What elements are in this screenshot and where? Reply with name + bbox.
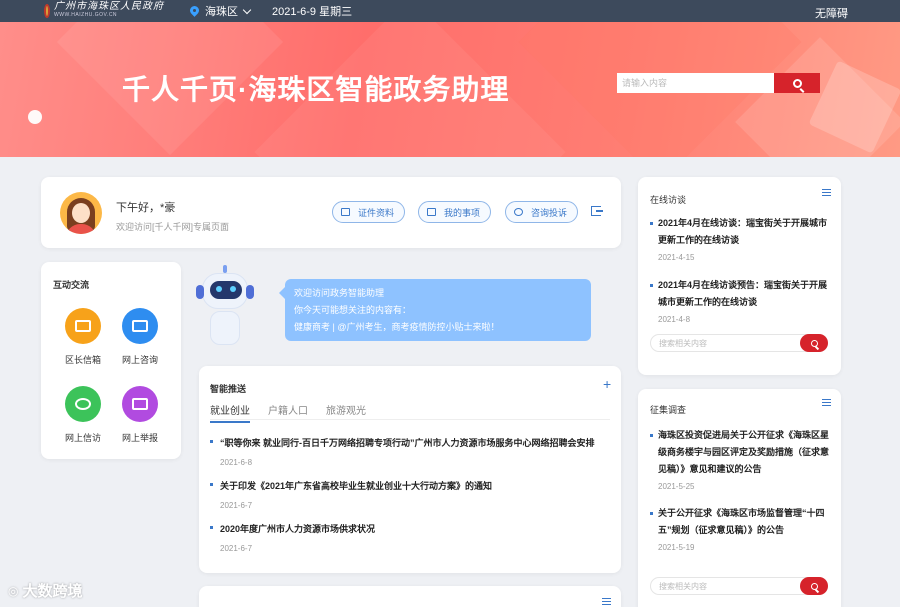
accessibility-link[interactable]: 无障碍 xyxy=(815,5,848,21)
assistant-robot-icon xyxy=(196,265,256,355)
banner-search: 请输入内容 xyxy=(617,73,820,93)
item-date: 2021-6-8 xyxy=(220,458,253,467)
banner-search-input[interactable]: 请输入内容 xyxy=(617,73,774,93)
chevron-down-icon xyxy=(242,5,252,14)
collection-title: 征集调查 xyxy=(650,405,687,415)
avatar[interactable] xyxy=(60,192,102,234)
banner-dot xyxy=(28,110,42,124)
hero-banner: 千人千页·海珠区智能政务助理 请输入内容 xyxy=(0,22,900,157)
item-title: 2021年4月在线访谈预告：瑞宝街关于开展城市更新工作的在线访谈 xyxy=(650,277,830,311)
item-title: 2020年度广州市人力资源市场供求状况 xyxy=(210,522,610,535)
report-icon xyxy=(122,386,158,422)
greeting-subtitle: 欢迎访问[千人千网]专属页面 xyxy=(116,222,230,232)
online-consult-label: 网上咨询 xyxy=(121,355,158,365)
greeting-title: 下午好，*豪 xyxy=(116,202,176,214)
tab-divider xyxy=(210,419,610,420)
item-date: 2021-5-25 xyxy=(658,482,695,491)
top-bar: 广州市海珠区人民政府 WWW.HAIZHU.GOV.CN 海珠区 2021-6-… xyxy=(0,0,900,22)
mayor-mailbox-button[interactable]: 区长信箱 xyxy=(53,308,113,366)
list-item[interactable]: 关于公开征求《海珠区市场监督管理“十四五”规划（征求意见稿）》的公告 2021-… xyxy=(650,505,830,552)
search-icon xyxy=(792,78,802,88)
item-date: 2021-5-19 xyxy=(658,543,695,552)
menu-icon[interactable] xyxy=(602,598,611,605)
location-pin-icon xyxy=(190,6,199,17)
online-interview-card: 在线访谈 2021年4月在线访谈：瑞宝街关于开展城市更新工作的在线访谈 2021… xyxy=(638,177,841,375)
logout-icon[interactable] xyxy=(591,206,603,216)
district-label: 海珠区 xyxy=(205,6,238,18)
interview-search: 搜索相关内容 xyxy=(650,334,828,352)
list-item[interactable]: 2021年4月在线访谈：瑞宝街关于开展城市更新工作的在线访谈 2021-4-15 xyxy=(650,215,830,262)
banner-title: 千人千页·海珠区智能政务助理 xyxy=(122,74,510,105)
consult-complaint-button[interactable]: 咨询投诉 xyxy=(505,201,578,223)
greeting-card: 下午好，*豪 欢迎访问[千人千网]专属页面 证件资料 我的事项 咨询投诉 xyxy=(41,177,621,248)
smart-push-card: 智能推送 + 就业创业 户籍人口 旅游观光 “职等你来 就业同行-百日千万网络招… xyxy=(199,366,621,573)
assistant-prompt: 你今天可能想关注的内容有： xyxy=(294,305,412,315)
list-item[interactable]: “职等你来 就业同行-百日千万网络招聘专项行动”广州市人力资源市场服务中心网络招… xyxy=(210,436,610,467)
online-consult-button[interactable]: 网上咨询 xyxy=(110,308,170,366)
item-date: 2021-6-7 xyxy=(220,501,253,510)
letter-icon xyxy=(65,386,101,422)
emblem-icon xyxy=(44,4,50,18)
my-matters-label: 我的事项 xyxy=(444,207,481,218)
item-title: 2021年4月在线访谈：瑞宝街关于开展城市更新工作的在线访谈 xyxy=(650,215,830,249)
list-item[interactable]: 2020年度广州市人力资源市场供求状况 2021-6-7 xyxy=(210,522,610,553)
mail-icon xyxy=(65,308,101,344)
district-selector[interactable]: 海珠区 xyxy=(190,3,252,19)
search-icon xyxy=(810,339,818,347)
item-title: 关于公开征求《海珠区市场监督管理“十四五”规划（征求意见稿）》的公告 xyxy=(650,505,830,539)
list-item[interactable]: 海珠区投资促进局关于公开征求《海珠区星级商务楼宇与园区评定及奖励措施（征求意见稿… xyxy=(650,427,830,491)
interview-search-button[interactable] xyxy=(800,334,828,352)
consult-complaint-label: 咨询投诉 xyxy=(531,207,568,218)
item-date: 2021-4-8 xyxy=(658,315,691,324)
online-report-label: 网上举报 xyxy=(121,433,158,443)
logo-name: 广州市海珠区人民政府 xyxy=(54,1,164,12)
chat-icon xyxy=(122,308,158,344)
assistant-message: 欢迎访问政务智能助理 你今天可能想关注的内容有： 健康商考 | @广州考生，商考… xyxy=(279,279,591,341)
collection-survey-card: 征集调查 海珠区投资促进局关于公开征求《海珠区星级商务楼宇与园区评定及奖励措施（… xyxy=(638,389,841,607)
item-title: 关于印发《2021年广东省高校毕业生就业创业十大行动方案》的通知 xyxy=(210,479,610,492)
online-petition-button[interactable]: 网上信访 xyxy=(53,386,113,444)
interaction-title: 互动交流 xyxy=(53,280,90,290)
documents-label: 证件资料 xyxy=(358,207,395,218)
logo-url: WWW.HAIZHU.GOV.CN xyxy=(54,12,118,18)
user-icon xyxy=(514,208,523,216)
documents-button[interactable]: 证件资料 xyxy=(332,201,405,223)
my-matters-button[interactable]: 我的事项 xyxy=(418,201,491,223)
item-date: 2021-4-15 xyxy=(658,253,695,262)
id-card-icon xyxy=(341,208,350,216)
plus-icon[interactable]: + xyxy=(603,376,611,392)
watermark: ◎ 大数跨境 xyxy=(8,580,83,601)
online-interview-title: 在线访谈 xyxy=(650,195,687,205)
online-petition-label: 网上信访 xyxy=(64,433,101,443)
menu-icon[interactable] xyxy=(822,399,831,406)
watermark-text: 大数跨境 xyxy=(22,583,83,600)
mayor-mailbox-label: 区长信箱 xyxy=(64,355,101,365)
collection-search-input[interactable]: 搜索相关内容 xyxy=(651,581,800,592)
collection-search: 搜索相关内容 xyxy=(650,577,828,595)
banner-search-button[interactable] xyxy=(774,73,820,93)
item-date: 2021-6-7 xyxy=(220,544,253,553)
item-title: “职等你来 就业同行-百日千万网络招聘专项行动”广州市人力资源市场服务中心网络招… xyxy=(210,436,610,449)
menu-icon[interactable] xyxy=(822,189,831,196)
smart-push-title: 智能推送 xyxy=(210,384,247,394)
next-card-preview xyxy=(199,586,621,607)
item-title: 海珠区投资促进局关于公开征求《海珠区星级商务楼宇与园区评定及奖励措施（征求意见稿… xyxy=(650,427,830,478)
collection-search-button[interactable] xyxy=(800,577,828,595)
list-item[interactable]: 2021年4月在线访谈预告：瑞宝街关于开展城市更新工作的在线访谈 2021-4-… xyxy=(650,277,830,324)
folder-icon xyxy=(427,208,436,216)
assistant-suggestion-link[interactable]: 健康商考 | @广州考生，商考疫情防控小贴士来啦！ xyxy=(294,319,582,336)
assistant-greeting: 欢迎访问政务智能助理 xyxy=(294,288,385,298)
interaction-card: 互动交流 区长信箱 网上咨询 网上信访 网上举报 xyxy=(41,262,181,459)
online-report-button[interactable]: 网上举报 xyxy=(110,386,170,444)
search-icon xyxy=(810,582,818,590)
watermark-logo-icon: ◎ xyxy=(8,583,19,598)
current-date: 2021-6-9 星期三 xyxy=(272,6,353,18)
list-item[interactable]: 关于印发《2021年广东省高校毕业生就业创业十大行动方案》的通知 2021-6-… xyxy=(210,479,610,510)
site-logo[interactable]: 广州市海珠区人民政府 WWW.HAIZHU.GOV.CN xyxy=(44,2,164,20)
interview-search-input[interactable]: 搜索相关内容 xyxy=(651,338,800,349)
